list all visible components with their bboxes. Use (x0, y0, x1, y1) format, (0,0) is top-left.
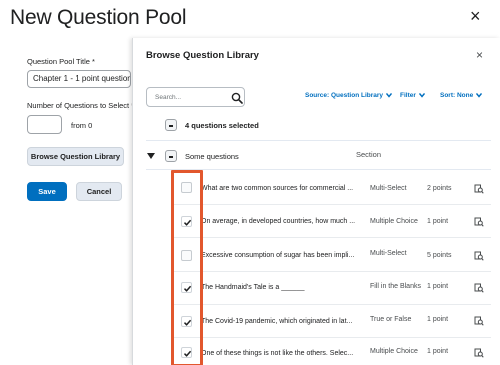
panel-close-icon[interactable]: × (476, 48, 483, 62)
question-points: 1 point (427, 348, 449, 355)
num-select-input[interactable] (27, 115, 62, 134)
question-text[interactable]: The Covid-19 pandemic, which originated … (201, 318, 352, 325)
divider (146, 140, 491, 141)
num-select-label: Number of Questions to Select * (27, 101, 135, 110)
pool-title-input[interactable]: Chapter 1 - 1 point questions (27, 70, 131, 88)
page-title: New Question Pool (10, 6, 187, 29)
divider (173, 237, 491, 238)
panel-title: Browse Question Library (146, 50, 259, 61)
preview-icon[interactable] (474, 251, 484, 261)
source-label: Source: Question Library (305, 92, 384, 99)
section-name: Some questions (185, 152, 239, 161)
from-count-text: from 0 (71, 121, 93, 130)
search-icon[interactable] (231, 92, 243, 104)
divider (173, 204, 491, 205)
divider (173, 304, 491, 305)
pool-title-label: Question Pool Title * (27, 57, 95, 66)
question-type: Multi-Select (370, 185, 407, 192)
section-checkbox[interactable] (165, 150, 177, 162)
question-type: True or False (370, 316, 412, 323)
section-column-header: Section (356, 150, 382, 159)
chevron-down-icon (386, 93, 393, 98)
selected-count: 4 questions selected (185, 121, 259, 130)
source-dropdown[interactable]: Source: Question Library (305, 92, 393, 99)
question-text[interactable]: Excessive consumption of sugar has been … (201, 252, 354, 259)
question-type: Fill in the Blanks (370, 283, 421, 290)
close-icon[interactable]: × (470, 6, 481, 26)
question-type: Multiple Choice (370, 218, 418, 225)
preview-icon[interactable] (474, 184, 484, 194)
question-points: 1 point (427, 316, 449, 323)
question-points: 2 points (427, 185, 452, 192)
question-text[interactable]: The Handmaid's Tale is a ______ (201, 284, 305, 291)
question-text[interactable]: One of these things is not like the othe… (201, 350, 353, 357)
save-button[interactable]: Save (27, 182, 67, 201)
filter-dropdown[interactable]: Filter (400, 92, 425, 99)
sort-dropdown[interactable]: Sort: None (440, 92, 483, 99)
chevron-down-icon (476, 93, 483, 98)
question-type: Multiple Choice (370, 348, 418, 355)
preview-icon[interactable] (474, 217, 484, 227)
search-box (146, 87, 245, 107)
question-text[interactable]: What are two common sources for commerci… (201, 185, 353, 192)
sort-label: Sort: None (440, 92, 474, 99)
question-points: 5 points (427, 252, 452, 259)
browse-library-button[interactable]: Browse Question Library (27, 147, 124, 166)
cancel-button[interactable]: Cancel (76, 182, 122, 201)
chevron-down-icon (418, 93, 425, 98)
question-points: 1 point (427, 283, 449, 290)
checkbox-highlight-box (171, 170, 203, 365)
preview-icon[interactable] (474, 283, 484, 293)
search-input[interactable] (147, 88, 225, 106)
question-points: 1 point (427, 218, 449, 225)
divider (173, 271, 491, 272)
collapse-section-icon[interactable] (147, 153, 155, 159)
preview-icon[interactable] (474, 316, 484, 326)
question-type: Multi-Select (370, 250, 407, 257)
question-text[interactable]: On average, in developed countries, how … (201, 218, 355, 225)
divider (173, 337, 491, 338)
preview-icon[interactable] (474, 348, 484, 358)
filter-label: Filter (400, 92, 416, 99)
deselect-all-checkbox[interactable] (165, 119, 177, 131)
